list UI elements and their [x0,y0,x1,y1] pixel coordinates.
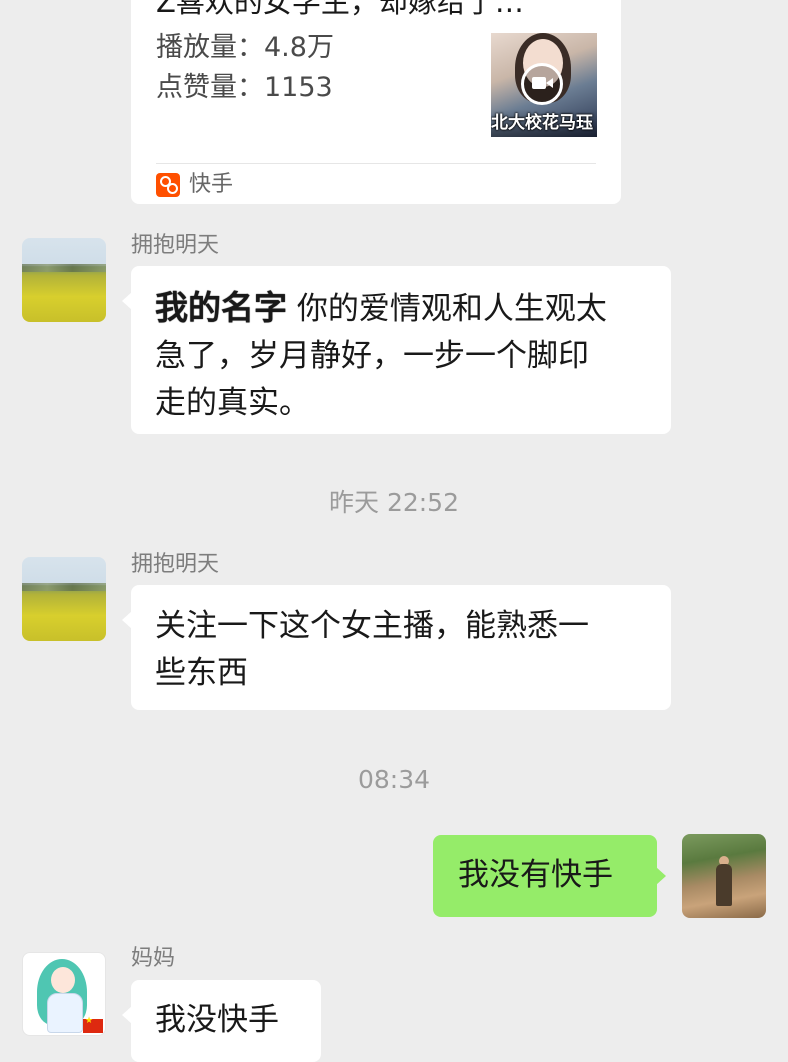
like-count-label: 点赞量： [156,72,264,103]
message-text: 你的爱情观和人生观太 [287,291,607,327]
play-count-value: 4.8万 [264,32,334,63]
avatar-yongbao-mingtian[interactable] [22,557,106,641]
avatar-cartoon-dress [47,993,83,1033]
video-camera-icon [532,77,546,89]
message-line: 些东西 [155,655,248,691]
card-divider [156,163,596,164]
video-camera-lens-icon [546,78,553,88]
avatar-mama[interactable] [22,952,106,1036]
chat-timestamp: 08:34 [357,765,431,794]
chat-timestamp: 昨天 22:52 [329,488,459,517]
shared-video-card[interactable]: Z喜欢的女学生，却嫁给了… 播放量：4.8万 点赞量：1153 北大校花马珏 快… [131,0,621,204]
sender-name: 妈妈 [131,946,176,971]
china-flag-icon [83,1016,103,1033]
message-line: 急了，岁月静好，一步一个脚印 [155,338,589,374]
avatar-treeline [22,264,106,272]
card-source-label: 快手 [189,172,234,197]
avatar-self[interactable] [682,834,766,918]
avatar-yongbao-mingtian[interactable] [22,238,106,322]
play-count-label: 播放量： [156,32,264,63]
avatar-treeline [22,583,106,591]
message-bubble[interactable]: 我的名字 你的爱情观和人生观太 急了，岁月静好，一步一个脚印 走的真实。 [122,266,671,434]
sender-name: 拥抱明天 [131,233,220,258]
avatar-cartoon-face [51,967,75,993]
mention-tag[interactable]: 我的名字 [155,288,287,327]
message-bubble[interactable]: 我没快手 [122,980,321,1062]
avatar-hiker-body [716,864,732,906]
video-thumbnail[interactable]: 北大校花马珏 [491,33,597,137]
outgoing-message-bubble[interactable]: 我没有快手 [433,835,666,917]
message-line: 关注一下这个女主播，能熟悉一 [155,608,589,644]
like-count: 点赞量：1153 [156,70,333,106]
card-title: Z喜欢的女学生，却嫁给了… [156,0,524,19]
play-count: 播放量：4.8万 [156,30,334,66]
message-bubble[interactable]: 关注一下这个女主播，能熟悉一 些东西 [122,585,671,710]
like-count-value: 1153 [264,72,333,103]
sender-name: 拥抱明天 [131,552,220,577]
kuaishou-logo-icon [156,173,180,197]
message-line: 走的真实。 [155,385,310,421]
message-line: 我的名字 你的爱情观和人生观太 [155,284,647,333]
thumbnail-caption: 北大校花马珏 [491,109,597,137]
